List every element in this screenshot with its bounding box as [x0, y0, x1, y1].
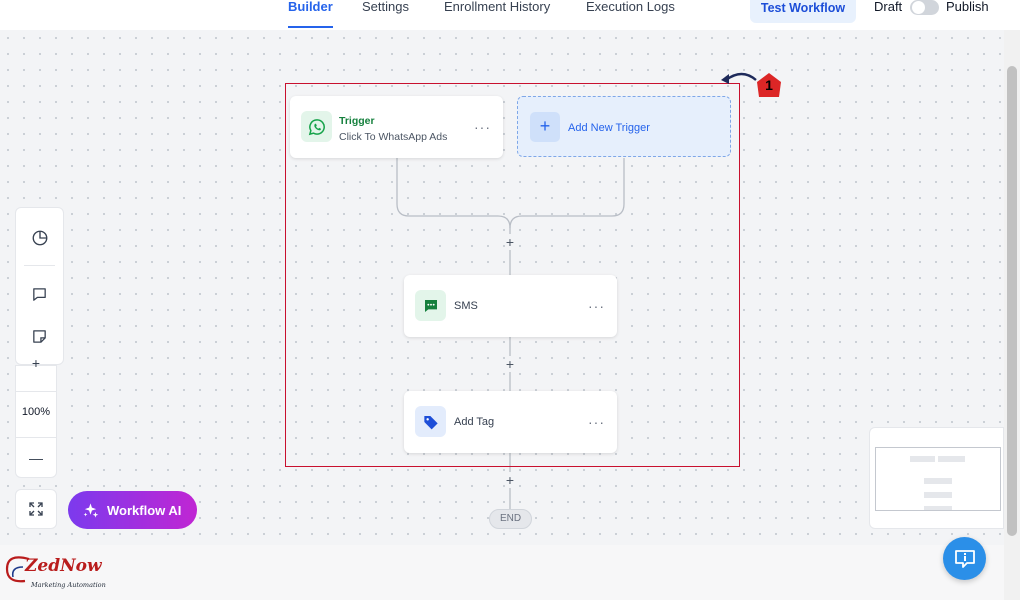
workflow-ai-button[interactable]: Workflow AI — [68, 491, 197, 529]
publish-toggle[interactable] — [910, 0, 939, 15]
zoom-in-button[interactable]: + — [16, 360, 56, 372]
zoom-controls: + 100% — — [15, 360, 57, 478]
end-node: END — [489, 509, 532, 529]
zoom-level: 100% — [21, 406, 51, 418]
add-tag-more-options-icon[interactable]: ··· — [588, 414, 605, 430]
zednow-logo: ZedNow Marketing Automation — [3, 553, 113, 593]
sticky-note-button[interactable] — [16, 316, 63, 356]
comment-icon — [33, 287, 46, 301]
comments-button[interactable] — [16, 274, 63, 314]
bottom-strip — [0, 545, 1004, 600]
minimap-node — [938, 456, 965, 462]
logo-tagline: Marketing Automation — [31, 581, 106, 589]
tab-builder[interactable]: Builder — [288, 0, 333, 28]
add-step-button[interactable]: + — [503, 473, 517, 487]
sticky-note-icon — [33, 329, 46, 343]
step-number-badge: 1 — [757, 73, 781, 97]
vertical-scrollbar[interactable] — [1004, 30, 1020, 600]
test-workflow-button[interactable]: Test Workflow — [750, 0, 856, 23]
zoom-divider — [16, 437, 56, 438]
tab-enrollment-history[interactable]: Enrollment History — [444, 0, 550, 26]
pie-chart-icon — [32, 230, 47, 246]
top-navigation-bar: Builder Settings Enrollment History Exec… — [0, 0, 1024, 30]
minimap-node — [924, 492, 952, 498]
sms-more-options-icon[interactable]: ··· — [588, 298, 605, 314]
whatsapp-icon — [301, 111, 332, 142]
minimap-node — [910, 456, 935, 462]
tab-execution-logs[interactable]: Execution Logs — [586, 0, 675, 26]
canvas-tool-panel — [15, 207, 64, 365]
trigger-card[interactable]: Trigger Click To WhatsApp Ads ··· — [290, 96, 503, 158]
annotation-arrow-icon — [721, 72, 757, 84]
add-new-trigger-label: Add New Trigger — [568, 122, 650, 134]
step-number: 1 — [765, 77, 773, 93]
sparkle-icon — [83, 503, 99, 518]
publish-label: Publish — [946, 0, 989, 14]
logo-brand: ZedNow — [25, 556, 102, 576]
sms-action-card[interactable]: SMS ··· — [404, 275, 617, 337]
add-tag-label: Add Tag — [454, 416, 495, 428]
trigger-subtitle: Click To WhatsApp Ads — [339, 131, 448, 143]
sms-icon — [415, 290, 446, 321]
trigger-more-options-icon[interactable]: ··· — [474, 119, 491, 135]
tag-icon — [415, 406, 446, 437]
minimap-node — [924, 478, 952, 484]
trigger-title: Trigger — [339, 115, 375, 127]
draft-label: Draft — [874, 0, 903, 14]
add-step-button[interactable]: + — [503, 235, 517, 249]
add-new-trigger-button[interactable]: + Add New Trigger — [517, 96, 731, 157]
tool-divider — [24, 265, 55, 266]
plus-icon: + — [530, 112, 560, 142]
scrollbar-thumb[interactable] — [1007, 66, 1017, 536]
tab-settings[interactable]: Settings — [362, 0, 409, 26]
add-step-button[interactable]: + — [503, 357, 517, 371]
expand-icon — [29, 502, 43, 516]
zoom-divider — [16, 391, 56, 392]
sms-label: SMS — [454, 300, 478, 312]
analytics-button[interactable] — [16, 218, 63, 258]
fit-to-screen-button[interactable] — [15, 489, 57, 529]
add-tag-action-card[interactable]: Add Tag ··· — [404, 391, 617, 453]
help-chat-icon — [954, 549, 975, 568]
workflow-ai-label: Workflow AI — [107, 503, 182, 518]
help-chat-button[interactable] — [943, 537, 986, 580]
minimap[interactable] — [869, 427, 1004, 529]
minimap-node — [924, 506, 952, 510]
zoom-out-button[interactable]: — — [16, 450, 56, 478]
workflow-builder-app: Builder Settings Enrollment History Exec… — [0, 0, 1024, 610]
toggle-knob — [912, 1, 925, 14]
